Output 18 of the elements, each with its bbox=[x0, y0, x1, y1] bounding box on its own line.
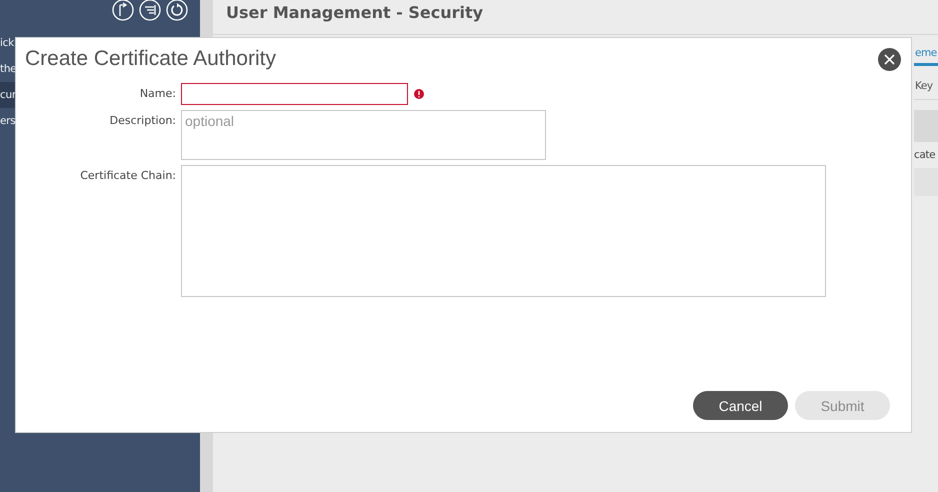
table-cell-text: cate bbox=[914, 148, 936, 163]
list-icon[interactable] bbox=[139, 0, 161, 21]
refresh-icon[interactable] bbox=[166, 0, 188, 21]
field-label: Certificate Chain: bbox=[79, 168, 176, 182]
error-icon bbox=[414, 89, 424, 99]
dialog-button[interactable]: Cancel bbox=[693, 391, 788, 420]
sidebar-item[interactable]: ick bbox=[0, 30, 14, 56]
certificate-chain-field[interactable] bbox=[181, 165, 826, 297]
sidebar-item[interactable]: cur bbox=[0, 82, 16, 108]
sidebar-item[interactable]: ers bbox=[0, 108, 16, 134]
dialog-title: Create Certificate Authority bbox=[25, 47, 277, 71]
close-icon[interactable] bbox=[878, 48, 901, 70]
tab[interactable]: Key bbox=[914, 76, 938, 96]
name-field[interactable] bbox=[181, 83, 408, 105]
page-title: User Management - Security bbox=[213, 0, 938, 35]
field-label: Description: bbox=[108, 113, 176, 127]
field-label: Name: bbox=[138, 86, 176, 100]
description-field[interactable]: optional bbox=[181, 110, 546, 160]
